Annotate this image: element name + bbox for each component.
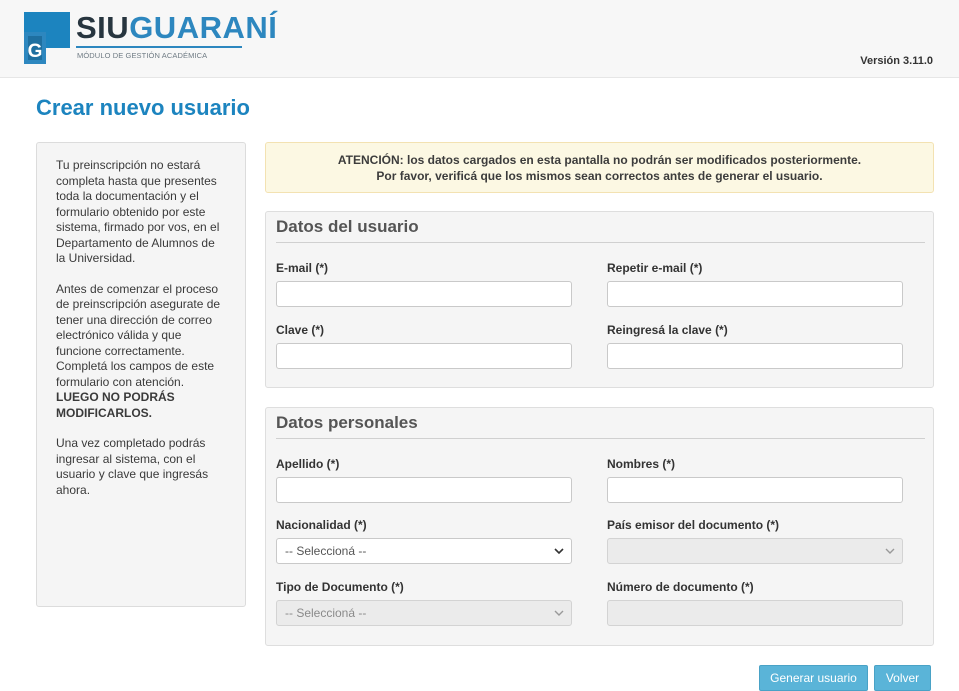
- repeat-password-label: Reingresá la clave (*): [607, 323, 728, 337]
- page-title: Crear nuevo usuario: [36, 95, 250, 120]
- doc-type-label: Tipo de Documento (*): [276, 580, 404, 594]
- app-header: G SIUGUARANÍ MÓDULO DE GESTIÓN ACADÉMICA…: [0, 0, 959, 78]
- issuer-country-label: País emisor del documento (*): [607, 518, 780, 532]
- chevron-down-icon: [885, 548, 895, 554]
- lastname-field[interactable]: [276, 477, 572, 503]
- alert-line-2: Por favor, verificá que los mismos sean …: [376, 169, 823, 183]
- generate-user-button[interactable]: Generar usuario: [759, 665, 868, 691]
- doc-type-select[interactable]: -- Seleccioná --: [276, 600, 572, 626]
- nationality-select[interactable]: -- Seleccioná --: [276, 538, 572, 564]
- nationality-label: Nacionalidad (*): [276, 518, 367, 532]
- firstname-field[interactable]: [607, 477, 903, 503]
- repeat-email-label: Repetir e-mail (*): [607, 261, 703, 275]
- issuer-country-select[interactable]: [607, 538, 903, 564]
- alert-line-1: ATENCIÓN: los datos cargados en esta pan…: [266, 152, 933, 168]
- logo-mark-icon: G: [24, 12, 70, 64]
- sidebar-paragraph-3: Una vez completado podrás ingresar al si…: [56, 436, 209, 497]
- email-field[interactable]: [276, 281, 572, 307]
- user-data-title: Datos del usuario: [276, 217, 925, 243]
- brand-siu: SIU: [76, 10, 130, 45]
- version-label: Versión 3.11.0: [860, 55, 933, 67]
- back-button[interactable]: Volver: [874, 665, 931, 691]
- alert-strong: ATENCIÓN:: [337, 153, 404, 167]
- doc-type-selected-value: -- Seleccioná --: [285, 606, 367, 620]
- firstname-label: Nombres (*): [607, 457, 676, 471]
- lastname-label: Apellido (*): [276, 457, 340, 471]
- sidebar-paragraph-1: Tu preinscripción no estará completa has…: [56, 158, 220, 265]
- brand-name: SIUGUARANÍ: [76, 12, 277, 43]
- brand-underline: [76, 46, 242, 48]
- info-sidebar: Tu preinscripción no estará completa has…: [36, 142, 246, 607]
- password-label: Clave (*): [276, 323, 325, 337]
- warning-alert: ATENCIÓN: los datos cargados en esta pan…: [265, 142, 934, 193]
- repeat-password-field[interactable]: [607, 343, 903, 369]
- personal-data-title: Datos personales: [276, 413, 925, 439]
- brand-guarani: GUARANÍ: [129, 10, 278, 45]
- sidebar-paragraph-2: Antes de comenzar el proceso de preinscr…: [56, 282, 227, 422]
- email-label: E-mail (*): [276, 261, 329, 275]
- logo-letter: G: [28, 41, 43, 62]
- user-data-panel: Datos del usuario E-mail (*) Repetir e-m…: [265, 211, 934, 388]
- sidebar-paragraph-2-text: Antes de comenzar el proceso de preinscr…: [56, 281, 221, 389]
- chevron-down-icon: [554, 548, 564, 555]
- brand-subtitle: MÓDULO DE GESTIÓN ACADÉMICA: [77, 51, 208, 60]
- doc-number-field[interactable]: [607, 600, 903, 626]
- password-field[interactable]: [276, 343, 572, 369]
- personal-data-panel: Datos personales Apellido (*) Nombres (*…: [265, 407, 934, 646]
- alert-line-1-rest: los datos cargados en esta pantalla no p…: [403, 153, 862, 167]
- sidebar-warning: LUEGO NO PODRÁS MODIFICARLOS.: [56, 390, 175, 420]
- nationality-selected-value: -- Seleccioná --: [285, 544, 367, 558]
- doc-number-label: Número de documento (*): [607, 580, 754, 594]
- chevron-down-icon: [554, 610, 564, 616]
- repeat-email-field[interactable]: [607, 281, 903, 307]
- siu-guarani-logo[interactable]: G SIUGUARANÍ MÓDULO DE GESTIÓN ACADÉMICA: [24, 12, 277, 70]
